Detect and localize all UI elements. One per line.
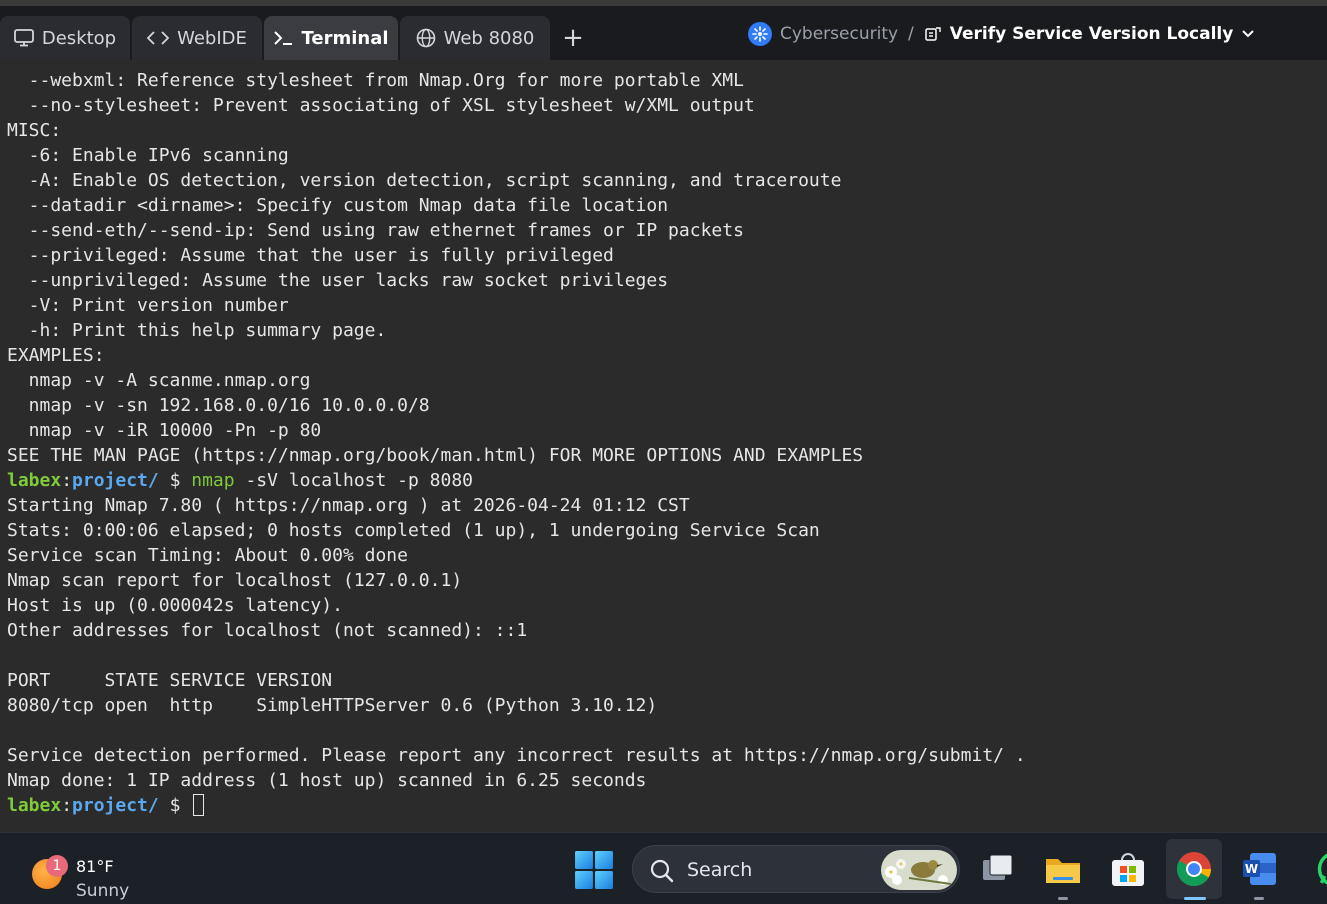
windows-start-icon[interactable] (574, 850, 614, 890)
tab-bar: Desktop WebIDE Terminal Web 8080 + Cyber… (0, 6, 1327, 60)
prompt-user: labex (7, 795, 62, 816)
tab-label: Web 8080 (443, 27, 535, 49)
tab-desktop[interactable]: Desktop (0, 16, 130, 60)
task-view-icon[interactable] (977, 850, 1017, 890)
lab-steps-icon (925, 27, 941, 41)
weather-condition: Sunny (76, 881, 130, 901)
tab-webide[interactable]: WebIDE (132, 16, 262, 60)
file-explorer-icon[interactable] (1043, 850, 1083, 890)
terminal-line: --no-stylesheet: Prevent associating of … (7, 95, 755, 116)
terminal-line: --privileged: Assume that the user is fu… (7, 245, 614, 266)
running-indicator (1254, 897, 1264, 900)
terminal-line: --datadir <dirname>: Specify custom Nmap… (7, 195, 669, 216)
port-table-row: 8080/tcp open http SimpleHTTPServer 0.6 … (7, 695, 658, 716)
terminal-line: -A: Enable OS detection, version detecti… (7, 170, 842, 191)
terminal-line: Other addresses for localhost (not scann… (7, 620, 528, 641)
terminal-line: Starting Nmap 7.80 ( https://nmap.org ) … (7, 495, 690, 516)
tab-label: Desktop (41, 27, 117, 49)
chrome-icon[interactable] (1174, 849, 1214, 889)
terminal-line: -h: Print this help summary page. (7, 320, 387, 341)
terminal-line: -6: Enable IPv6 scanning (7, 145, 289, 166)
svg-text:W: W (1245, 862, 1258, 876)
breadcrumb-category[interactable]: Cybersecurity (780, 24, 898, 44)
search-icon (650, 859, 674, 883)
terminal-line: Service detection performed. Please repo… (7, 745, 1026, 766)
scan-output-block: Starting Nmap 7.80 ( https://nmap.org ) … (7, 493, 1327, 793)
terminal-line: nmap -v -iR 10000 -Pn -p 80 (7, 420, 322, 441)
weather-temperature: 81°F (76, 857, 114, 876)
active-prompt-line[interactable]: labex:project/ $ (7, 793, 1327, 818)
port-table-header: PORT STATE SERVICE VERSION (7, 670, 333, 691)
command-args: -sV localhost -p 8080 (234, 470, 474, 491)
terminal-line: -V: Print version number (7, 295, 289, 316)
terminal-line: Host is up (0.000042s latency). (7, 595, 343, 616)
terminal-line: nmap -v -sn 192.168.0.0/16 10.0.0.0/8 (7, 395, 430, 416)
terminal-line: MISC: (7, 120, 62, 141)
command-line: labex:project/ $ nmap -sV localhost -p 8… (7, 468, 1327, 493)
breadcrumb: Cybersecurity / Verify Service Version L… (748, 20, 1255, 48)
code-icon (147, 31, 170, 45)
tab-web-8080[interactable]: Web 8080 (400, 16, 550, 60)
terminal-line: Service scan Timing: About 0.00% done (7, 545, 408, 566)
prompt-colon: : (61, 470, 73, 491)
windows-taskbar: 1 81°F Sunny Search W (0, 832, 1327, 904)
prompt-path: project/ (72, 795, 159, 816)
chevron-down-icon[interactable] (1241, 29, 1255, 39)
breadcrumb-separator: / (908, 24, 914, 44)
terminal-icon (274, 31, 293, 45)
labex-logo-icon (748, 22, 772, 46)
word-icon[interactable]: W (1240, 849, 1280, 889)
tab-label: WebIDE (177, 27, 247, 49)
search-highlight-bird-icon (881, 850, 957, 890)
terminal-line: SEE THE MAN PAGE (https://nmap.org/book/… (7, 445, 864, 466)
prompt-sign: $ (158, 795, 192, 816)
help-text-block: --webxml: Reference stylesheet from Nmap… (7, 68, 1327, 468)
terminal-line: --send-eth/--send-ip: Send using raw eth… (7, 220, 744, 241)
terminal-output[interactable]: --webxml: Reference stylesheet from Nmap… (0, 60, 1327, 832)
running-indicator (1058, 897, 1068, 900)
terminal-line: Nmap done: 1 IP address (1 host up) scan… (7, 770, 647, 791)
terminal-line: --unprivileged: Assume the user lacks ra… (7, 270, 669, 291)
whatsapp-icon[interactable] (1306, 849, 1327, 889)
breadcrumb-lab-title[interactable]: Verify Service Version Locally (950, 24, 1234, 44)
weather-widget[interactable]: 1 81°F Sunny (30, 845, 160, 901)
prompt-colon: : (61, 795, 73, 816)
taskbar-search[interactable]: Search (632, 845, 960, 893)
active-app-indicator (1184, 897, 1206, 900)
terminal-line: Nmap scan report for localhost (127.0.0.… (7, 570, 463, 591)
command-name: nmap (191, 470, 235, 491)
text-cursor (193, 794, 205, 816)
terminal-line: nmap -v -A scanme.nmap.org (7, 370, 311, 391)
prompt-path: project/ (72, 470, 159, 491)
monitor-icon (13, 29, 34, 47)
globe-icon (416, 28, 435, 48)
prompt-user: labex (7, 470, 62, 491)
prompt-sign: $ (158, 470, 192, 491)
terminal-line: EXAMPLES: (7, 345, 105, 366)
terminal-line: --webxml: Reference stylesheet from Nmap… (7, 70, 744, 91)
search-label: Search (687, 859, 753, 881)
tab-label: Terminal (301, 27, 389, 49)
notification-badge: 1 (46, 855, 68, 877)
terminal-line: Stats: 0:00:06 elapsed; 0 hosts complete… (7, 520, 820, 541)
microsoft-store-icon[interactable] (1108, 850, 1148, 890)
new-tab-button[interactable]: + (560, 25, 586, 52)
tab-terminal[interactable]: Terminal (264, 16, 398, 60)
